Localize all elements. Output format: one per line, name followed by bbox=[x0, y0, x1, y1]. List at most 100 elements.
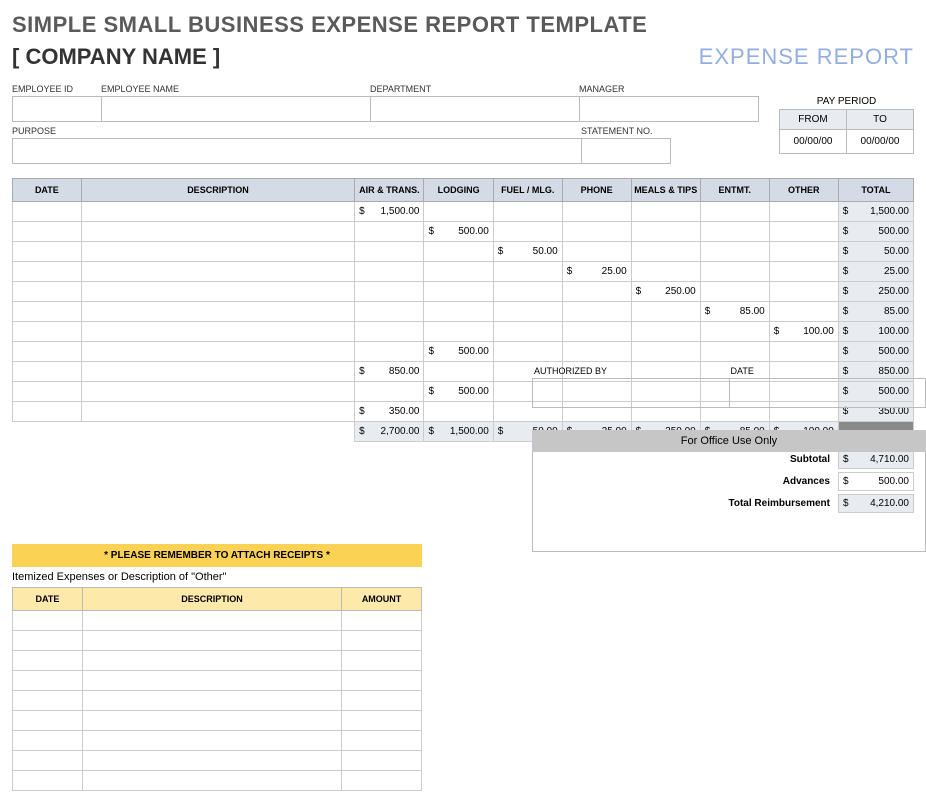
cell-description[interactable] bbox=[81, 362, 354, 382]
cell-date[interactable] bbox=[13, 302, 82, 322]
cell-air[interactable]: $1,500.00 bbox=[355, 202, 424, 222]
cell-fuel[interactable] bbox=[493, 322, 562, 342]
input-manager[interactable] bbox=[579, 96, 759, 122]
input-employee-name[interactable] bbox=[101, 96, 371, 122]
cell-description[interactable] bbox=[81, 322, 354, 342]
cell-entmt[interactable] bbox=[700, 262, 769, 282]
cell-lodging[interactable] bbox=[424, 202, 493, 222]
cell-description[interactable] bbox=[81, 342, 354, 362]
cell-date[interactable] bbox=[13, 242, 82, 262]
cell-description[interactable] bbox=[81, 382, 354, 402]
cell-fuel[interactable]: $50.00 bbox=[493, 242, 562, 262]
cell-lodging[interactable]: $500.00 bbox=[424, 342, 493, 362]
cell-date[interactable] bbox=[13, 282, 82, 302]
itemized-amount[interactable] bbox=[342, 671, 422, 691]
itemized-date[interactable] bbox=[13, 651, 83, 671]
cell-air[interactable] bbox=[355, 282, 424, 302]
cell-other[interactable] bbox=[769, 282, 838, 302]
cell-meals[interactable] bbox=[631, 222, 700, 242]
cell-meals[interactable] bbox=[631, 322, 700, 342]
itemized-desc[interactable] bbox=[82, 651, 341, 671]
itemized-date[interactable] bbox=[13, 631, 83, 651]
cell-entmt[interactable] bbox=[700, 322, 769, 342]
cell-date[interactable] bbox=[13, 362, 82, 382]
input-department[interactable] bbox=[370, 96, 580, 122]
itemized-desc[interactable] bbox=[82, 711, 341, 731]
cell-air[interactable] bbox=[355, 302, 424, 322]
cell-other[interactable] bbox=[769, 242, 838, 262]
itemized-desc[interactable] bbox=[82, 671, 341, 691]
cell-phone[interactable] bbox=[562, 302, 631, 322]
itemized-desc[interactable] bbox=[82, 731, 341, 751]
itemized-desc[interactable] bbox=[82, 771, 341, 791]
cell-phone[interactable] bbox=[562, 242, 631, 262]
cell-meals[interactable] bbox=[631, 202, 700, 222]
cell-meals[interactable] bbox=[631, 242, 700, 262]
cell-fuel[interactable] bbox=[493, 202, 562, 222]
itemized-date[interactable] bbox=[13, 731, 83, 751]
cell-phone[interactable] bbox=[562, 342, 631, 362]
input-employee-id[interactable] bbox=[12, 96, 102, 122]
itemized-amount[interactable] bbox=[342, 631, 422, 651]
cell-description[interactable] bbox=[81, 402, 354, 422]
itemized-date[interactable] bbox=[13, 771, 83, 791]
cell-date[interactable] bbox=[13, 402, 82, 422]
cell-air[interactable]: $850.00 bbox=[355, 362, 424, 382]
cell-air[interactable] bbox=[355, 342, 424, 362]
cell-meals[interactable]: $250.00 bbox=[631, 282, 700, 302]
cell-description[interactable] bbox=[81, 282, 354, 302]
itemized-amount[interactable] bbox=[342, 691, 422, 711]
cell-date[interactable] bbox=[13, 342, 82, 362]
cell-description[interactable] bbox=[81, 242, 354, 262]
cell-other[interactable] bbox=[769, 302, 838, 322]
cell-entmt[interactable] bbox=[700, 242, 769, 262]
itemized-desc[interactable] bbox=[82, 631, 341, 651]
cell-phone[interactable] bbox=[562, 282, 631, 302]
cell-air[interactable]: $350.00 bbox=[355, 402, 424, 422]
cell-phone[interactable]: $25.00 bbox=[562, 262, 631, 282]
cell-other[interactable] bbox=[769, 202, 838, 222]
cell-air[interactable] bbox=[355, 242, 424, 262]
cell-date[interactable] bbox=[13, 382, 82, 402]
cell-description[interactable] bbox=[81, 222, 354, 242]
cell-description[interactable] bbox=[81, 262, 354, 282]
itemized-desc[interactable] bbox=[82, 751, 341, 771]
cell-lodging[interactable]: $500.00 bbox=[424, 382, 493, 402]
cell-meals[interactable] bbox=[631, 262, 700, 282]
cell-other[interactable] bbox=[769, 342, 838, 362]
itemized-amount[interactable] bbox=[342, 651, 422, 671]
cell-phone[interactable] bbox=[562, 222, 631, 242]
cell-date[interactable] bbox=[13, 322, 82, 342]
itemized-amount[interactable] bbox=[342, 731, 422, 751]
cell-date[interactable] bbox=[13, 202, 82, 222]
cell-air[interactable] bbox=[355, 222, 424, 242]
itemized-amount[interactable] bbox=[342, 711, 422, 731]
cell-date[interactable] bbox=[13, 222, 82, 242]
itemized-date[interactable] bbox=[13, 751, 83, 771]
itemized-amount[interactable] bbox=[342, 751, 422, 771]
cell-meals[interactable] bbox=[631, 342, 700, 362]
cell-lodging[interactable] bbox=[424, 242, 493, 262]
auth-date-input[interactable] bbox=[729, 378, 926, 408]
cell-lodging[interactable] bbox=[424, 302, 493, 322]
cell-other[interactable] bbox=[769, 262, 838, 282]
cell-date[interactable] bbox=[13, 262, 82, 282]
cell-lodging[interactable]: $500.00 bbox=[424, 222, 493, 242]
itemized-date[interactable] bbox=[13, 711, 83, 731]
cell-air[interactable] bbox=[355, 262, 424, 282]
input-statement-no[interactable] bbox=[581, 138, 671, 164]
cell-fuel[interactable] bbox=[493, 342, 562, 362]
cell-fuel[interactable] bbox=[493, 282, 562, 302]
cell-fuel[interactable] bbox=[493, 262, 562, 282]
cell-phone[interactable] bbox=[562, 202, 631, 222]
itemized-amount[interactable] bbox=[342, 771, 422, 791]
pay-from-value[interactable]: 00/00/00 bbox=[779, 130, 847, 154]
itemized-date[interactable] bbox=[13, 611, 83, 631]
input-purpose[interactable] bbox=[12, 138, 582, 164]
cell-fuel[interactable] bbox=[493, 222, 562, 242]
itemized-date[interactable] bbox=[13, 671, 83, 691]
cell-lodging[interactable] bbox=[424, 262, 493, 282]
cell-phone[interactable] bbox=[562, 322, 631, 342]
cell-air[interactable] bbox=[355, 382, 424, 402]
cell-lodging[interactable] bbox=[424, 362, 493, 382]
